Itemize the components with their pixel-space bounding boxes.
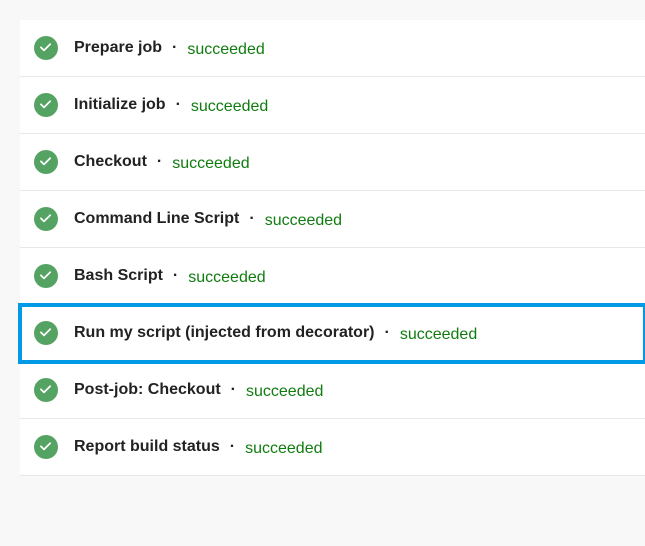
step-row[interactable]: Bash Script · succeeded [20, 248, 645, 305]
step-row[interactable]: Initialize job · succeeded [20, 77, 645, 134]
step-status: succeeded [191, 98, 268, 116]
separator: · [173, 267, 178, 285]
pipeline-steps-list: Prepare job · succeeded Initialize job ·… [20, 20, 645, 476]
separator: · [230, 438, 235, 456]
step-name: Checkout [74, 153, 147, 171]
success-icon [34, 435, 58, 459]
step-row-highlighted[interactable]: Run my script (injected from decorator) … [20, 305, 645, 362]
success-icon [34, 378, 58, 402]
step-name: Run my script (injected from decorator) [74, 324, 375, 342]
step-row[interactable]: Checkout · succeeded [20, 134, 645, 191]
separator: · [157, 153, 162, 171]
success-icon [34, 321, 58, 345]
step-row[interactable]: Report build status · succeeded [20, 419, 645, 476]
step-name: Post-job: Checkout [74, 381, 221, 399]
success-icon [34, 93, 58, 117]
step-name: Report build status [74, 438, 220, 456]
success-icon [34, 207, 58, 231]
step-row[interactable]: Prepare job · succeeded [20, 20, 645, 77]
step-status: succeeded [188, 269, 265, 287]
step-name: Command Line Script [74, 210, 239, 228]
step-name: Bash Script [74, 267, 163, 285]
separator: · [249, 210, 254, 228]
step-status: succeeded [187, 41, 264, 59]
success-icon [34, 150, 58, 174]
separator: · [176, 96, 181, 114]
step-name: Prepare job [74, 39, 162, 57]
step-status: succeeded [245, 440, 322, 458]
step-row[interactable]: Command Line Script · succeeded [20, 191, 645, 248]
step-status: succeeded [246, 383, 323, 401]
success-icon [34, 264, 58, 288]
step-status: succeeded [172, 155, 249, 173]
step-name: Initialize job [74, 96, 166, 114]
success-icon [34, 36, 58, 60]
separator: · [172, 39, 177, 57]
separator: · [385, 324, 390, 342]
step-status: succeeded [265, 212, 342, 230]
step-status: succeeded [400, 326, 477, 344]
step-row[interactable]: Post-job: Checkout · succeeded [20, 362, 645, 419]
separator: · [231, 381, 236, 399]
